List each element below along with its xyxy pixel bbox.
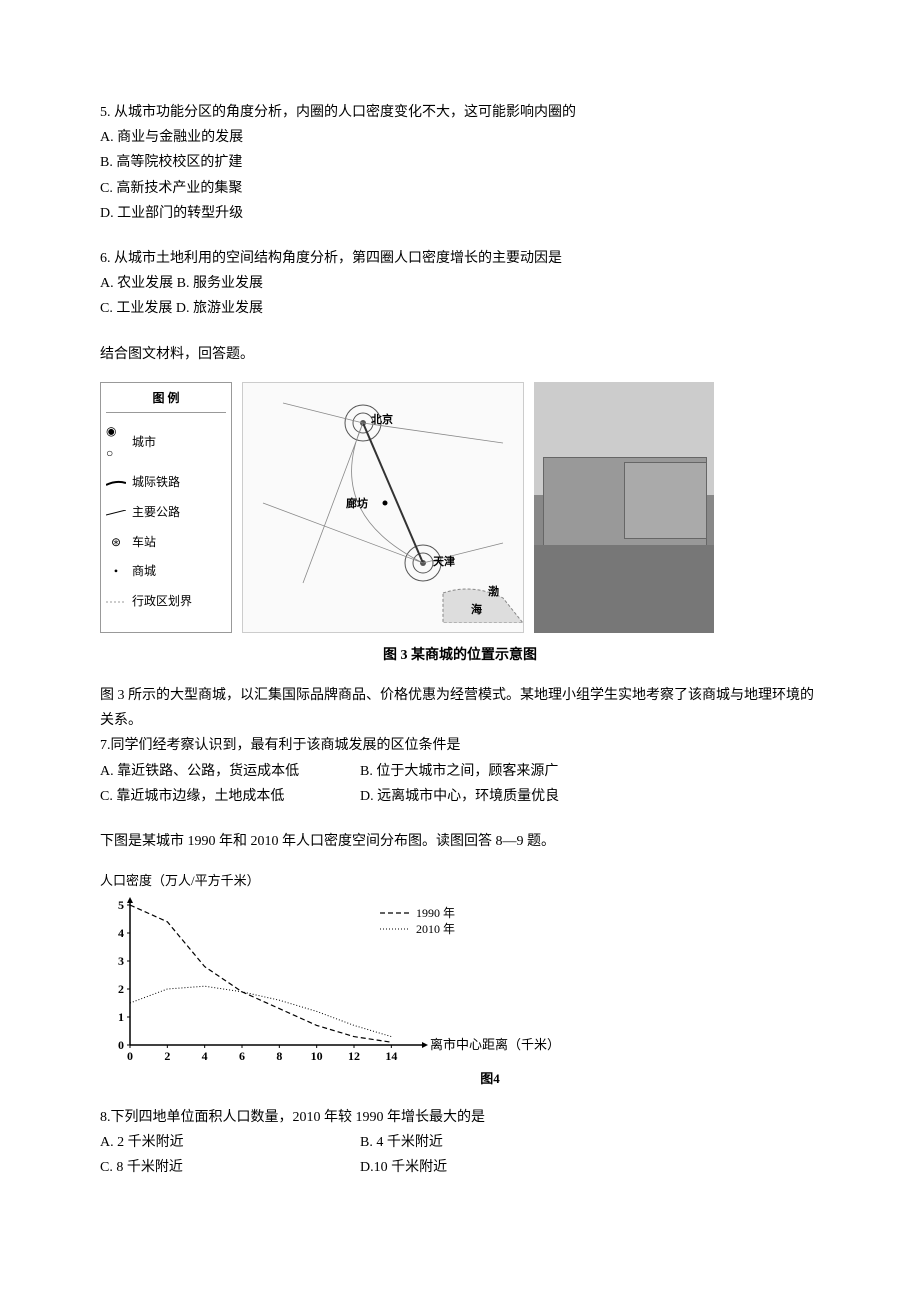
station-icon: ⊛ <box>106 532 126 554</box>
map-image: 北京 廊坊 天津 渤 海 <box>242 382 524 633</box>
q6-text: 6. 从城市土地利用的空间结构角度分析，第四圈人口密度增长的主要动因是 <box>100 246 820 271</box>
legend-city-label: 城市 <box>132 432 156 454</box>
legend-item-road: 主要公路 <box>106 502 226 524</box>
q8-option-b: B. 4 千米附近 <box>360 1130 443 1155</box>
svg-text:离市中心距离（千米）: 离市中心距离（千米） <box>430 1037 560 1052</box>
question-7: 7.同学们经考察认识到，最有利于该商城发展的区位条件是 A. 靠近铁路、公路，货… <box>100 733 820 809</box>
legend-item-boundary: 行政区划界 <box>106 591 226 613</box>
svg-text:10: 10 <box>311 1049 323 1063</box>
road-icon <box>106 510 126 516</box>
map-label-beijing: 北京 <box>371 411 393 431</box>
q5-option-b: B. 高等院校校区的扩建 <box>100 150 820 175</box>
intro-text-2: 下图是某城市 1990 年和 2010 年人口密度空间分布图。读图回答 8—9 … <box>100 829 820 854</box>
q7-row2: C. 靠近城市边缘，土地成本低 D. 远离城市中心，环境质量优良 <box>100 784 820 809</box>
svg-text:5: 5 <box>118 898 124 912</box>
q8-option-a: A. 2 千米附近 <box>100 1130 360 1155</box>
q6-options-row2: C. 工业发展 D. 旅游业发展 <box>100 296 820 321</box>
chart-y-title: 人口密度（万人/平方千米） <box>100 869 820 892</box>
figure-3-caption: 图 3 某商城的位置示意图 <box>100 643 820 668</box>
q6-option-c: C. 工业发展 <box>100 301 172 316</box>
mall-icon: • <box>106 561 126 583</box>
svg-text:1: 1 <box>118 1010 124 1024</box>
svg-text:12: 12 <box>348 1049 360 1063</box>
question-8: 8.下列四地单位面积人口数量，2010 年较 1990 年增长最大的是 A. 2… <box>100 1105 820 1181</box>
svg-text:4: 4 <box>202 1049 208 1063</box>
legend-road-label: 主要公路 <box>132 502 180 524</box>
legend-item-mall: • 商城 <box>106 561 226 583</box>
q6-option-a: A. 农业发展 <box>100 276 173 291</box>
rail-icon <box>106 480 126 486</box>
legend-boundary-label: 行政区划界 <box>132 591 192 613</box>
svg-text:2010 年: 2010 年 <box>416 922 455 936</box>
legend-station-label: 车站 <box>132 532 156 554</box>
svg-text:3: 3 <box>118 954 124 968</box>
q8-text: 8.下列四地单位面积人口数量，2010 年较 1990 年增长最大的是 <box>100 1105 820 1130</box>
map-label-bohai: 渤 <box>488 583 499 603</box>
q6-options-row1: A. 农业发展 B. 服务业发展 <box>100 271 820 296</box>
svg-text:8: 8 <box>276 1049 282 1063</box>
svg-text:0: 0 <box>127 1049 133 1063</box>
svg-text:6: 6 <box>239 1049 245 1063</box>
q8-option-c: C. 8 千米附近 <box>100 1155 360 1180</box>
q7-row1: A. 靠近铁路、公路，货运成本低 B. 位于大城市之间，顾客来源广 <box>100 759 820 784</box>
map-legend: 图 例 ◉ ○ 城市 城际铁路 主要公路 ⊛ 车站 <box>100 382 232 633</box>
map-label-langfang: 廊坊 <box>346 495 368 515</box>
q5-text: 5. 从城市功能分区的角度分析，内圈的人口密度变化不大，这可能影响内圈的 <box>100 100 820 125</box>
map-label-tianjin: 天津 <box>433 553 455 573</box>
boundary-icon <box>106 599 126 605</box>
svg-text:14: 14 <box>385 1049 397 1063</box>
q5-option-d: D. 工业部门的转型升级 <box>100 201 820 226</box>
q8-row2: C. 8 千米附近 D.10 千米附近 <box>100 1155 820 1180</box>
photo-image <box>534 382 714 633</box>
city-icon: ◉ ○ <box>106 421 126 464</box>
legend-item-rail: 城际铁路 <box>106 472 226 494</box>
q7-option-b: B. 位于大城市之间，顾客来源广 <box>360 759 558 784</box>
svg-text:1990 年: 1990 年 <box>416 906 455 920</box>
q5-option-a: A. 商业与金融业的发展 <box>100 125 820 150</box>
figure-4-caption: 图4 <box>160 1067 820 1090</box>
figure-3-row: 图 例 ◉ ○ 城市 城际铁路 主要公路 ⊛ 车站 <box>100 382 820 633</box>
q7-option-c: C. 靠近城市边缘，土地成本低 <box>100 784 360 809</box>
question-5: 5. 从城市功能分区的角度分析，内圈的人口密度变化不大，这可能影响内圈的 A. … <box>100 100 820 226</box>
legend-mall-label: 商城 <box>132 561 156 583</box>
svg-text:4: 4 <box>118 926 124 940</box>
svg-text:0: 0 <box>118 1038 124 1052</box>
svg-text:2: 2 <box>118 982 124 996</box>
map-label-hai: 海 <box>471 601 482 621</box>
q8-row1: A. 2 千米附近 B. 4 千米附近 <box>100 1130 820 1155</box>
q6-option-b: B. 服务业发展 <box>177 276 263 291</box>
figure-3-desc: 图 3 所示的大型商城，以汇集国际品牌商品、价格优惠为经营模式。某地理小组学生实… <box>100 683 820 733</box>
legend-item-station: ⊛ 车站 <box>106 532 226 554</box>
q8-option-d: D.10 千米附近 <box>360 1155 447 1180</box>
svg-text:2: 2 <box>164 1049 170 1063</box>
q7-option-d: D. 远离城市中心，环境质量优良 <box>360 784 559 809</box>
q7-text: 7.同学们经考察认识到，最有利于该商城发展的区位条件是 <box>100 733 820 758</box>
intro-text-1: 结合图文材料，回答题。 <box>100 342 820 367</box>
q6-option-d: D. 旅游业发展 <box>176 301 263 316</box>
legend-rail-label: 城际铁路 <box>132 472 180 494</box>
q7-option-a: A. 靠近铁路、公路，货运成本低 <box>100 759 360 784</box>
q5-option-c: C. 高新技术产业的集聚 <box>100 176 820 201</box>
figure-4: 人口密度（万人/平方千米） 01234502468101214离市中心距离（千米… <box>100 869 820 1090</box>
figure-3: 图 例 ◉ ○ 城市 城际铁路 主要公路 ⊛ 车站 <box>100 382 820 668</box>
question-6: 6. 从城市土地利用的空间结构角度分析，第四圈人口密度增长的主要动因是 A. 农… <box>100 246 820 322</box>
legend-item-city: ◉ ○ 城市 <box>106 421 226 464</box>
legend-title: 图 例 <box>106 388 226 414</box>
chart-svg: 01234502468101214离市中心距离（千米）1990 年2010 年 <box>100 895 580 1065</box>
